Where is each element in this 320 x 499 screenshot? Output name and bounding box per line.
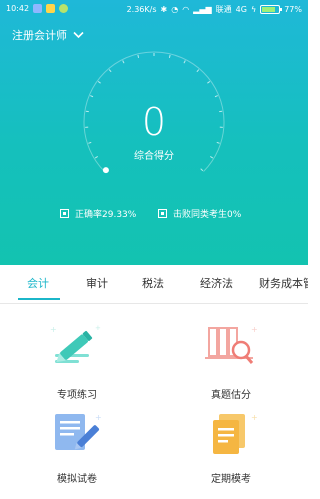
svg-text:+: + [95, 413, 102, 422]
svg-text:+: + [95, 324, 101, 332]
feature-mock-paper[interactable]: + 模拟试卷 [0, 408, 154, 494]
gauge-tick [200, 168, 204, 172]
gauge-tick [108, 69, 112, 73]
gauge-tick [137, 54, 140, 58]
documents-icon: + [213, 413, 258, 454]
tab-audit[interactable]: 审计 [86, 265, 108, 303]
feature-label: 真题估分 [211, 390, 251, 401]
tab-financial-cost-management[interactable]: 财务成本管理 [259, 265, 308, 303]
stat-square-icon [158, 209, 167, 218]
tab-economic-law[interactable]: 经济法 [200, 265, 233, 303]
gauge-tick [183, 60, 186, 64]
accuracy-text: 正确率29.33% [75, 210, 137, 220]
rank-stat: 击败同类考生0% [158, 207, 241, 220]
rank-text: 击败同类考生0% [173, 210, 242, 220]
stat-square-icon [60, 209, 69, 218]
gauge-tick [196, 69, 200, 73]
feature-periodic-mock-exam[interactable]: + 定期模考 [154, 408, 308, 494]
pencil-practice-icon: + + [50, 324, 101, 363]
gauge-tick [207, 81, 211, 84]
feature-label: 定期模考 [211, 474, 251, 485]
gauge-indicator [102, 167, 109, 174]
svg-text:+: + [50, 325, 57, 334]
gauge-tick [168, 54, 171, 58]
paper-pen-icon: + [55, 413, 102, 450]
app-screen: 10:42 2.36K/s ✱ ◔ ◠ ▂▄▆ 联通 4G ϟ 77% 注册会计… [0, 0, 308, 499]
gauge-tick [214, 95, 218, 98]
svg-text:+: + [251, 325, 258, 334]
accuracy-stat: 正确率29.33% [60, 207, 136, 220]
score-label: 综合得分 [134, 151, 174, 162]
feature-label: 专项练习 [57, 390, 97, 401]
gauge-tick [90, 95, 94, 98]
feature-label: 模拟试卷 [57, 474, 97, 485]
active-tab-indicator [18, 298, 60, 300]
books-magnifier-icon: + [205, 325, 258, 364]
tab-tax-law[interactable]: 税法 [142, 265, 164, 303]
feature-special-practice[interactable]: + + 专项练习 [0, 318, 154, 404]
score-hero: 10:42 2.36K/s ✱ ◔ ◠ ▂▄▆ 联通 4G ϟ 77% 注册会计… [0, 0, 308, 265]
gauge-tick [122, 60, 125, 64]
gauge-tick [97, 81, 101, 84]
feature-past-exam-scoring[interactable]: + 真题估分 [154, 318, 308, 404]
svg-text:+: + [251, 413, 258, 422]
score-value: 0 [141, 100, 167, 144]
